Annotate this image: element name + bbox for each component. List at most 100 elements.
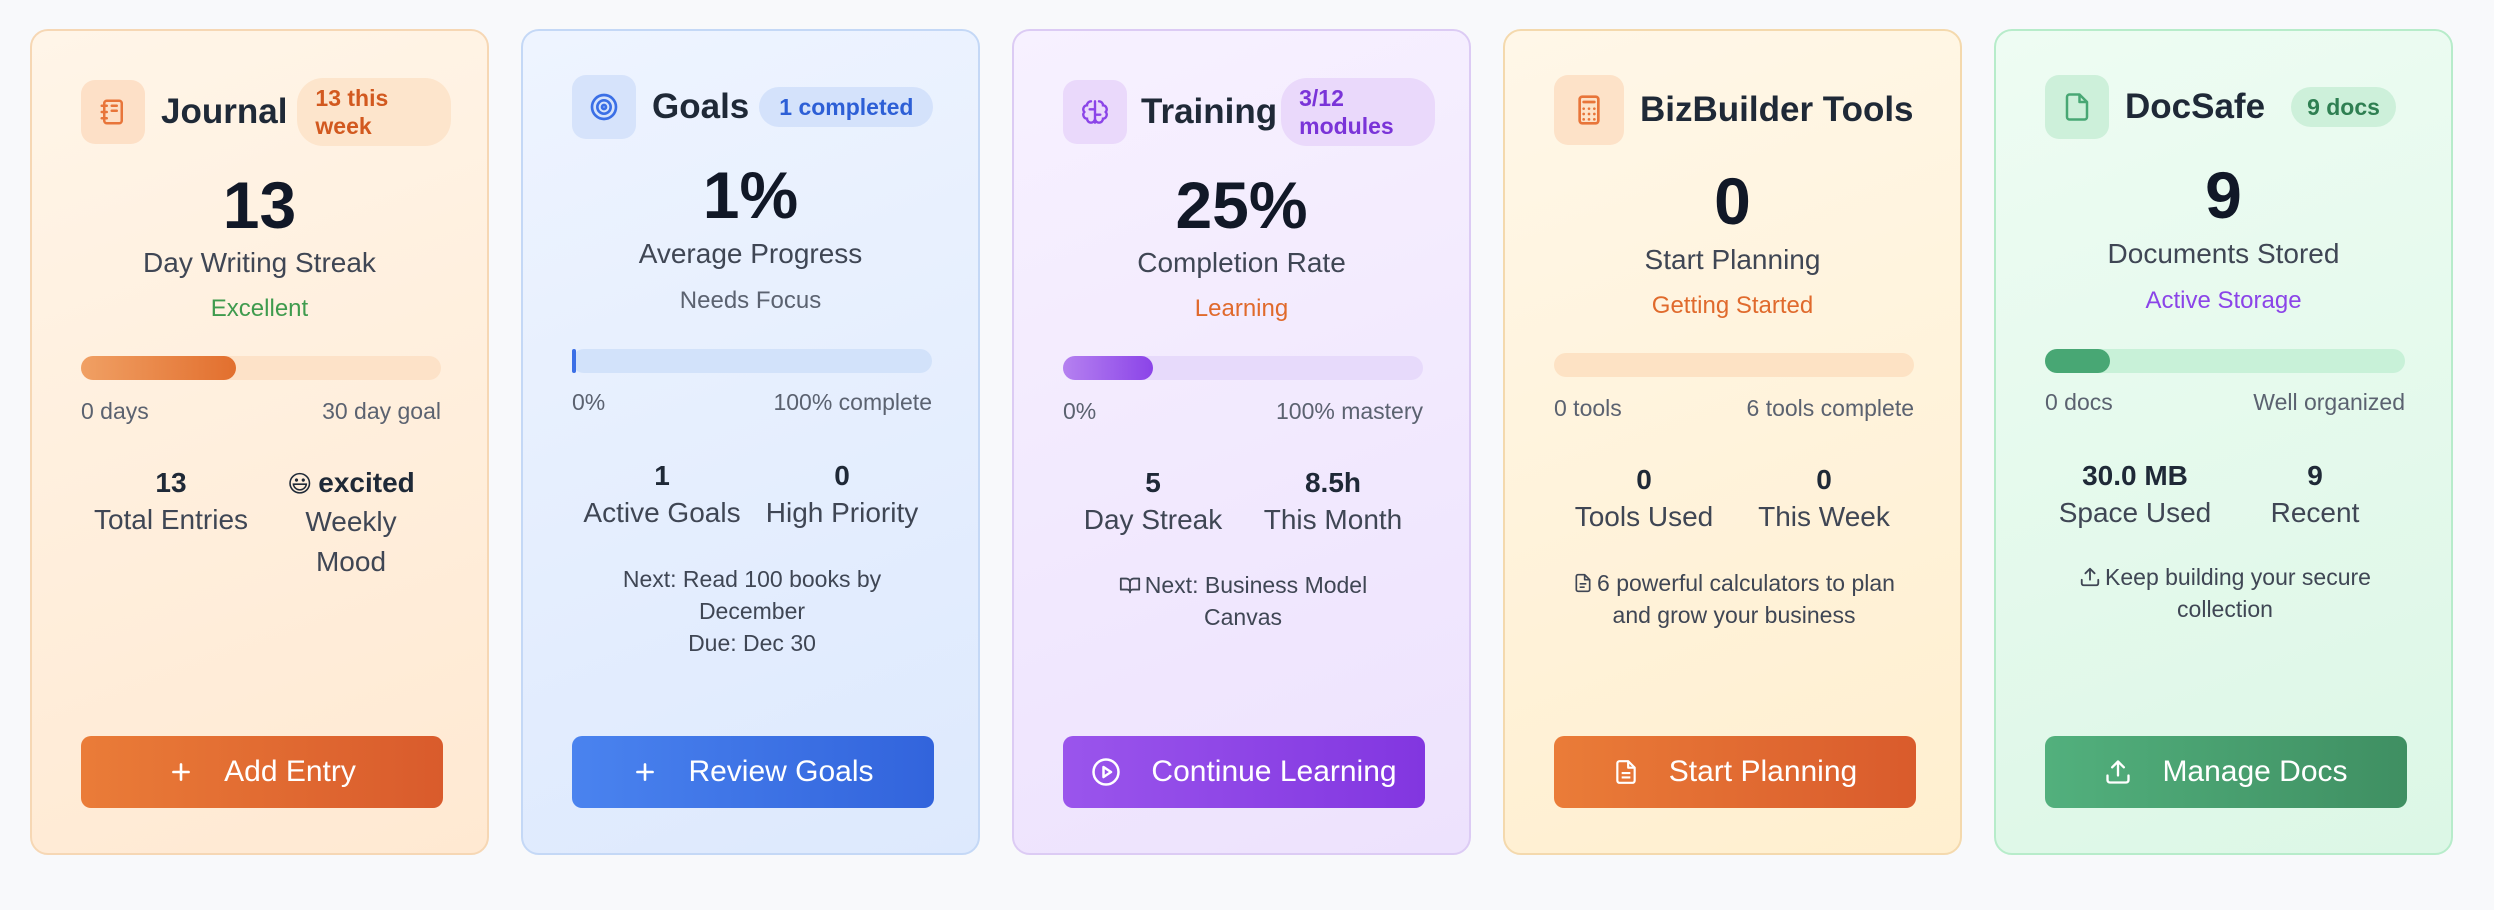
- next-goal-text: Next: Read 100 books by December: [622, 566, 882, 624]
- stat-label: Day Streak: [1083, 504, 1223, 535]
- stat-label: Tools Used: [1574, 501, 1714, 532]
- card-header: Goals 1 completed: [572, 75, 934, 139]
- stat-label: Weekly Mood: [305, 506, 397, 577]
- goals-card: Goals 1 completed 1% Average Progress Ne…: [521, 29, 980, 855]
- planning-status: Getting Started: [1651, 292, 1814, 319]
- storage-status: Active Storage: [2145, 287, 2302, 314]
- stat-label: This Month: [1263, 504, 1403, 535]
- card-header: Journal 13 this week: [81, 78, 452, 146]
- collection-note-text: Keep building your secure collection: [2105, 564, 2371, 622]
- range-min: 0%: [1063, 398, 1097, 424]
- card-header: Training 3/12 modules: [1063, 78, 1436, 146]
- status-badge: 9 docs: [2291, 87, 2396, 127]
- stat-value: 1: [654, 460, 670, 491]
- button-label: Add Entry: [224, 755, 356, 788]
- manage-docs-button[interactable]: Manage Docs: [2045, 736, 2407, 808]
- range-max: Well organized: [2253, 389, 2405, 415]
- progress-value: 1%: [702, 158, 799, 232]
- progress-range: 0% 100% mastery: [1063, 398, 1423, 425]
- card-title: BizBuilder Tools: [1640, 90, 1914, 129]
- tools-progress-bar: [1554, 353, 1914, 377]
- training-progress-bar: [1063, 356, 1423, 380]
- start-planning-button[interactable]: Start Planning: [1554, 736, 1916, 808]
- stat-value: 0: [834, 460, 850, 491]
- stat-label: This Week: [1758, 501, 1890, 532]
- range-min: 0 days: [81, 398, 149, 424]
- play-circle-icon: [1092, 758, 1121, 786]
- stats-row: 13 Total Entries 😃 excited Weekly Mood: [81, 466, 441, 582]
- next-goal-note: Next: Read 100 books by December Due: De…: [572, 563, 932, 659]
- goals-progress-bar: [572, 349, 932, 373]
- documents-value: 9: [2205, 158, 2242, 232]
- button-label: Continue Learning: [1151, 755, 1397, 788]
- stat-recent: 9 Recent: [2225, 459, 2405, 533]
- book-open-icon: [1119, 577, 1140, 594]
- journal-card: Journal 13 this week 13 Day Writing Stre…: [30, 29, 489, 855]
- button-label: Manage Docs: [2162, 755, 2348, 788]
- range-max: 100% mastery: [1275, 398, 1423, 424]
- range-min: 0%: [572, 389, 606, 415]
- streak-status: Excellent: [210, 295, 309, 322]
- stat-this-week: 0 This Week: [1734, 463, 1914, 537]
- planning-label: Start Planning: [1644, 244, 1821, 275]
- status-badge: 13 this week: [297, 78, 452, 146]
- stat-day-streak: 5 Day Streak: [1063, 466, 1243, 540]
- goals-progress-fill: [572, 349, 576, 373]
- progress-range: 0 docs Well organized: [2045, 389, 2405, 416]
- card-title: Journal: [161, 92, 288, 131]
- next-module-text: Next: Business Model Canvas: [1144, 572, 1368, 630]
- progress-status: Needs Focus: [679, 287, 822, 314]
- status-badge: 3/12 modules: [1281, 78, 1436, 146]
- stat-label: High Priority: [765, 497, 919, 528]
- stat-label: Space Used: [2058, 497, 2212, 528]
- add-entry-button[interactable]: Add Entry: [81, 736, 443, 808]
- status-badge: 1 completed: [759, 87, 934, 127]
- range-min: 0 tools: [1554, 395, 1622, 421]
- progress-range: 0 tools 6 tools complete: [1554, 395, 1914, 422]
- stat-label: Total Entries: [93, 504, 249, 535]
- file-icon: [1575, 573, 1591, 593]
- stat-value: 9: [2307, 460, 2323, 491]
- stats-row: 0 Tools Used 0 This Week: [1554, 463, 1914, 537]
- range-max: 30 day goal: [322, 398, 441, 424]
- stat-value: 0: [1636, 464, 1652, 495]
- progress-range: 0% 100% complete: [572, 389, 932, 416]
- streak-value: 13: [222, 168, 297, 242]
- upload-icon: [2106, 760, 2131, 784]
- notebook-icon: [81, 80, 145, 144]
- stat-label: Active Goals: [583, 497, 741, 528]
- stats-row: 5 Day Streak 8.5h This Month: [1063, 466, 1423, 540]
- review-goals-button[interactable]: Review Goals: [572, 736, 934, 808]
- card-title: DocSafe: [2125, 87, 2266, 126]
- stat-space-used: 30.0 MB Space Used: [2045, 459, 2225, 533]
- mood-value: excited: [318, 467, 415, 498]
- card-header: DocSafe 9 docs: [2045, 75, 2396, 139]
- calculator-icon: [1554, 75, 1624, 145]
- docs-progress-fill: [2045, 349, 2110, 373]
- next-goal-due: Due: Dec 30: [688, 630, 816, 656]
- stat-weekly-mood: 😃 excited Weekly Mood: [261, 466, 441, 582]
- bizbuilder-card: BizBuilder Tools 0 Start Planning Gettin…: [1503, 29, 1962, 855]
- docsafe-card: DocSafe 9 docs 9 Documents Stored Active…: [1994, 29, 2453, 855]
- target-icon: [572, 75, 636, 139]
- stats-row: 1 Active Goals 0 High Priority: [572, 459, 932, 533]
- progress-label: Average Progress: [638, 238, 863, 269]
- stat-value: 😃 excited: [261, 466, 441, 502]
- continue-learning-button[interactable]: Continue Learning: [1063, 736, 1425, 808]
- streak-label: Day Writing Streak: [143, 247, 376, 278]
- card-title: Goals: [652, 87, 750, 126]
- range-min: 0 docs: [2045, 389, 2113, 415]
- completion-label: Completion Rate: [1137, 247, 1346, 278]
- docs-progress-bar: [2045, 349, 2405, 373]
- stat-label: Recent: [2270, 497, 2360, 528]
- range-max: 6 tools complete: [1746, 395, 1914, 421]
- mood-emoji-icon: 😃: [287, 471, 313, 498]
- stat-value: 13: [155, 467, 187, 498]
- documents-label: Documents Stored: [2107, 238, 2340, 269]
- completion-value: 25%: [1175, 168, 1308, 242]
- card-header: BizBuilder Tools: [1554, 75, 1914, 145]
- stat-this-month: 8.5h This Month: [1243, 466, 1423, 540]
- stats-row: 30.0 MB Space Used 9 Recent: [2045, 459, 2405, 533]
- upload-icon: [2080, 567, 2100, 587]
- completion-status: Learning: [1194, 295, 1289, 322]
